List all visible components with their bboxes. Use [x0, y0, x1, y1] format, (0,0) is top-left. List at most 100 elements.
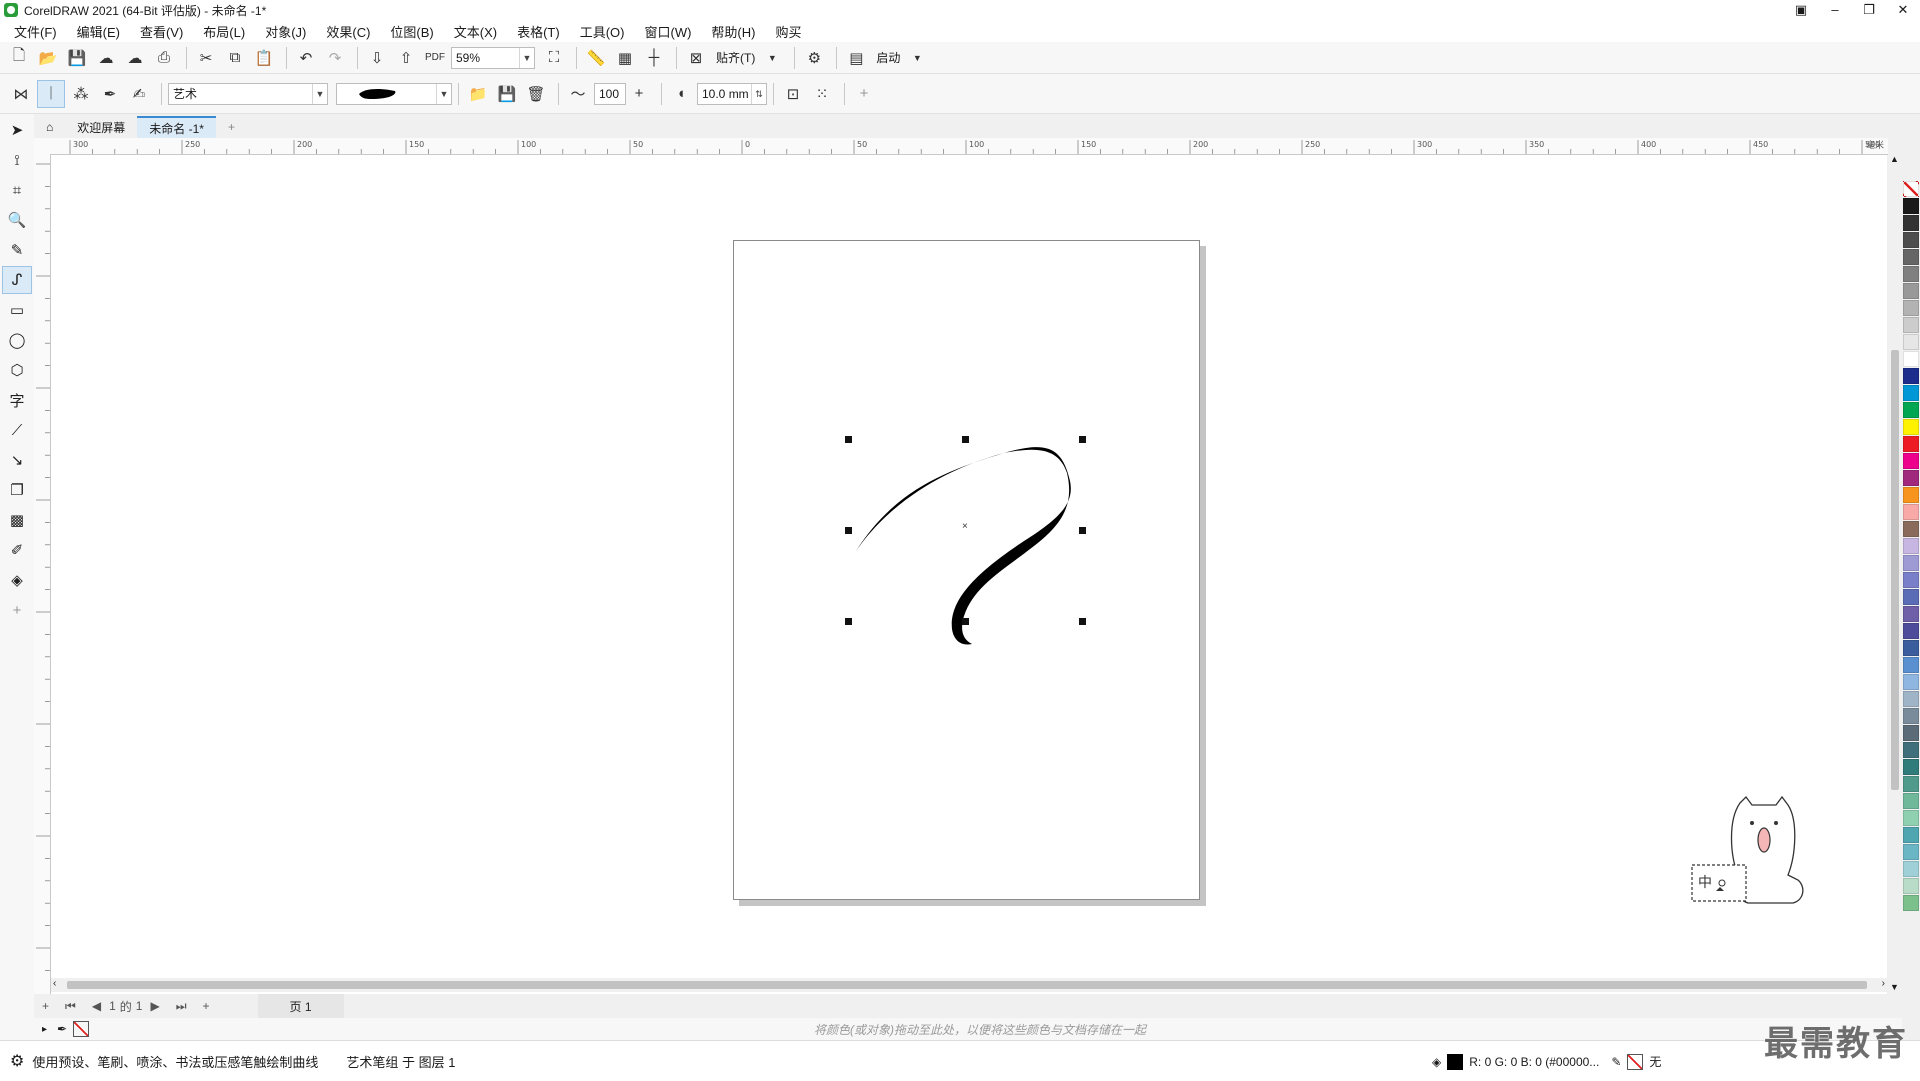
eyedropper-icon[interactable]: ✒: [57, 1022, 67, 1036]
brush-category-select[interactable]: 艺术 ▼: [168, 82, 328, 105]
snap-to-menu[interactable]: 贴齐(T): [716, 49, 755, 66]
add-tool-icon[interactable]: +: [2, 596, 32, 624]
polygon-tool-icon[interactable]: ⬡: [2, 356, 32, 384]
drop-shadow-tool-icon[interactable]: ❐: [2, 476, 32, 504]
palette-swatch[interactable]: [1903, 759, 1919, 775]
parallel-dimension-tool-icon[interactable]: ⟋: [2, 416, 32, 444]
menu-effects[interactable]: 效果(C): [316, 22, 380, 41]
restore-button[interactable]: ❐: [1852, 0, 1886, 20]
launch-icon[interactable]: ▤: [843, 45, 869, 71]
profile-icon[interactable]: ▣: [1784, 0, 1818, 20]
menu-bitmaps[interactable]: 位图(B): [380, 22, 443, 41]
add-page-before-icon[interactable]: +: [42, 999, 49, 1013]
palette-swatch[interactable]: [1903, 861, 1919, 877]
document-page[interactable]: ×: [733, 240, 1200, 900]
palette-swatch[interactable]: [1903, 725, 1919, 741]
palette-swatch[interactable]: [1903, 827, 1919, 843]
scroll-left-icon[interactable]: ‹: [53, 978, 56, 989]
palette-swatch[interactable]: [1903, 266, 1919, 282]
palette-swatch[interactable]: [1903, 198, 1919, 214]
menu-view[interactable]: 查看(V): [130, 22, 193, 41]
menu-edit[interactable]: 编辑(E): [67, 22, 130, 41]
ellipse-tool-icon[interactable]: ◯: [2, 326, 32, 354]
vertical-scrollbar[interactable]: ▲ ▼: [1888, 154, 1902, 994]
palette-swatch[interactable]: [1903, 776, 1919, 792]
close-button[interactable]: ✕: [1886, 0, 1920, 20]
save-stroke-icon[interactable]: 💾: [494, 81, 520, 107]
scale-with-object-icon[interactable]: ⊡: [780, 81, 806, 107]
palette-swatch[interactable]: [1903, 640, 1919, 656]
horizontal-ruler[interactable]: 300 250 200 150 100 50 0 50 100 150 200 250 300 350 40…: [34, 138, 1888, 155]
stroke-width-icon[interactable]: ◖: [668, 81, 694, 107]
menu-file[interactable]: 文件(F): [4, 22, 67, 41]
import-icon[interactable]: ⇩: [364, 45, 390, 71]
zoom-tool-icon[interactable]: 🔍: [2, 206, 32, 234]
selection-handle[interactable]: [845, 618, 852, 625]
launch-menu[interactable]: 启动: [876, 49, 900, 66]
first-page-icon[interactable]: ⏮: [65, 999, 76, 1014]
palette-swatch[interactable]: [1903, 215, 1919, 231]
vertical-ruler[interactable]: [34, 154, 51, 994]
tab-untitled-document[interactable]: 未命名 -1*: [137, 116, 216, 138]
palette-swatch[interactable]: [1903, 878, 1919, 894]
sprayer-mode-icon[interactable]: ⁂: [68, 81, 94, 107]
menu-tools[interactable]: 工具(O): [570, 22, 635, 41]
minimize-button[interactable]: –: [1818, 0, 1852, 20]
palette-swatch[interactable]: [1903, 232, 1919, 248]
palette-swatch[interactable]: [1903, 691, 1919, 707]
page-1-tab[interactable]: 页 1: [257, 993, 344, 1019]
menu-layout[interactable]: 布局(L): [193, 22, 255, 41]
crop-tool-icon[interactable]: ⌗: [2, 176, 32, 204]
delete-icon[interactable]: 🗑: [523, 81, 549, 107]
palette-swatch[interactable]: [1903, 538, 1919, 554]
selection-handle[interactable]: [1079, 527, 1086, 534]
scroll-up-icon[interactable]: ▲: [1890, 154, 1899, 164]
pick-tool-icon[interactable]: ➤: [2, 116, 32, 144]
redo-icon[interactable]: ↷: [322, 45, 348, 71]
palette-swatch[interactable]: [1903, 895, 1919, 911]
copy-icon[interactable]: ⧉: [222, 45, 248, 71]
rectangle-tool-icon[interactable]: ▭: [2, 296, 32, 324]
palette-swatch[interactable]: [1903, 402, 1919, 418]
full-screen-icon[interactable]: ⛶: [541, 45, 567, 71]
chevron-down-icon[interactable]: ▼: [759, 45, 785, 71]
palette-swatch[interactable]: [1903, 606, 1919, 622]
transparency-tool-icon[interactable]: ▩: [2, 506, 32, 534]
bounding-box-icon[interactable]: ⁙: [809, 81, 835, 107]
options-gear-icon[interactable]: ⚙: [801, 45, 827, 71]
palette-swatch[interactable]: [1903, 300, 1919, 316]
browse-folder-icon[interactable]: 📁: [465, 81, 491, 107]
palette-swatch[interactable]: [1903, 419, 1919, 435]
horizontal-scrollbar[interactable]: ‹ ›: [51, 978, 1887, 992]
palette-swatch[interactable]: [1903, 385, 1919, 401]
next-page-icon[interactable]: ▶: [150, 999, 159, 1013]
menu-table[interactable]: 表格(T): [507, 22, 570, 41]
palette-swatch[interactable]: [1903, 810, 1919, 826]
palette-swatch[interactable]: [1903, 487, 1919, 503]
connector-tool-icon[interactable]: ↘: [2, 446, 32, 474]
selection-handle[interactable]: [962, 618, 969, 625]
brush-mode-icon[interactable]: ᛁ: [37, 79, 65, 108]
menu-buy[interactable]: 购买: [765, 22, 811, 41]
cloud-download-icon[interactable]: ☁: [93, 45, 119, 71]
new-document-icon[interactable]: 🗋: [6, 45, 32, 71]
expand-icon[interactable]: ▸: [42, 1024, 47, 1035]
palette-swatch[interactable]: [1903, 283, 1919, 299]
last-page-icon[interactable]: ⏭: [176, 999, 187, 1014]
export-icon[interactable]: ⇧: [393, 45, 419, 71]
palette-swatch[interactable]: [1903, 504, 1919, 520]
preset-mode-icon[interactable]: ⋈: [8, 81, 34, 107]
selection-handle[interactable]: [845, 436, 852, 443]
paste-icon[interactable]: 📋: [251, 45, 277, 71]
fill-color-swatch[interactable]: [1447, 1053, 1464, 1070]
selection-handle[interactable]: [845, 527, 852, 534]
selection-handle[interactable]: [1079, 436, 1086, 443]
menu-text[interactable]: 文本(X): [444, 22, 507, 41]
selection-handle[interactable]: [962, 436, 969, 443]
palette-swatch[interactable]: [1903, 708, 1919, 724]
text-tool-icon[interactable]: 字: [2, 386, 32, 414]
palette-swatch[interactable]: [1903, 334, 1919, 350]
vertical-scroll-thumb[interactable]: [1891, 350, 1899, 790]
scroll-right-icon[interactable]: ›: [1882, 978, 1885, 989]
save-icon[interactable]: 💾: [64, 45, 90, 71]
